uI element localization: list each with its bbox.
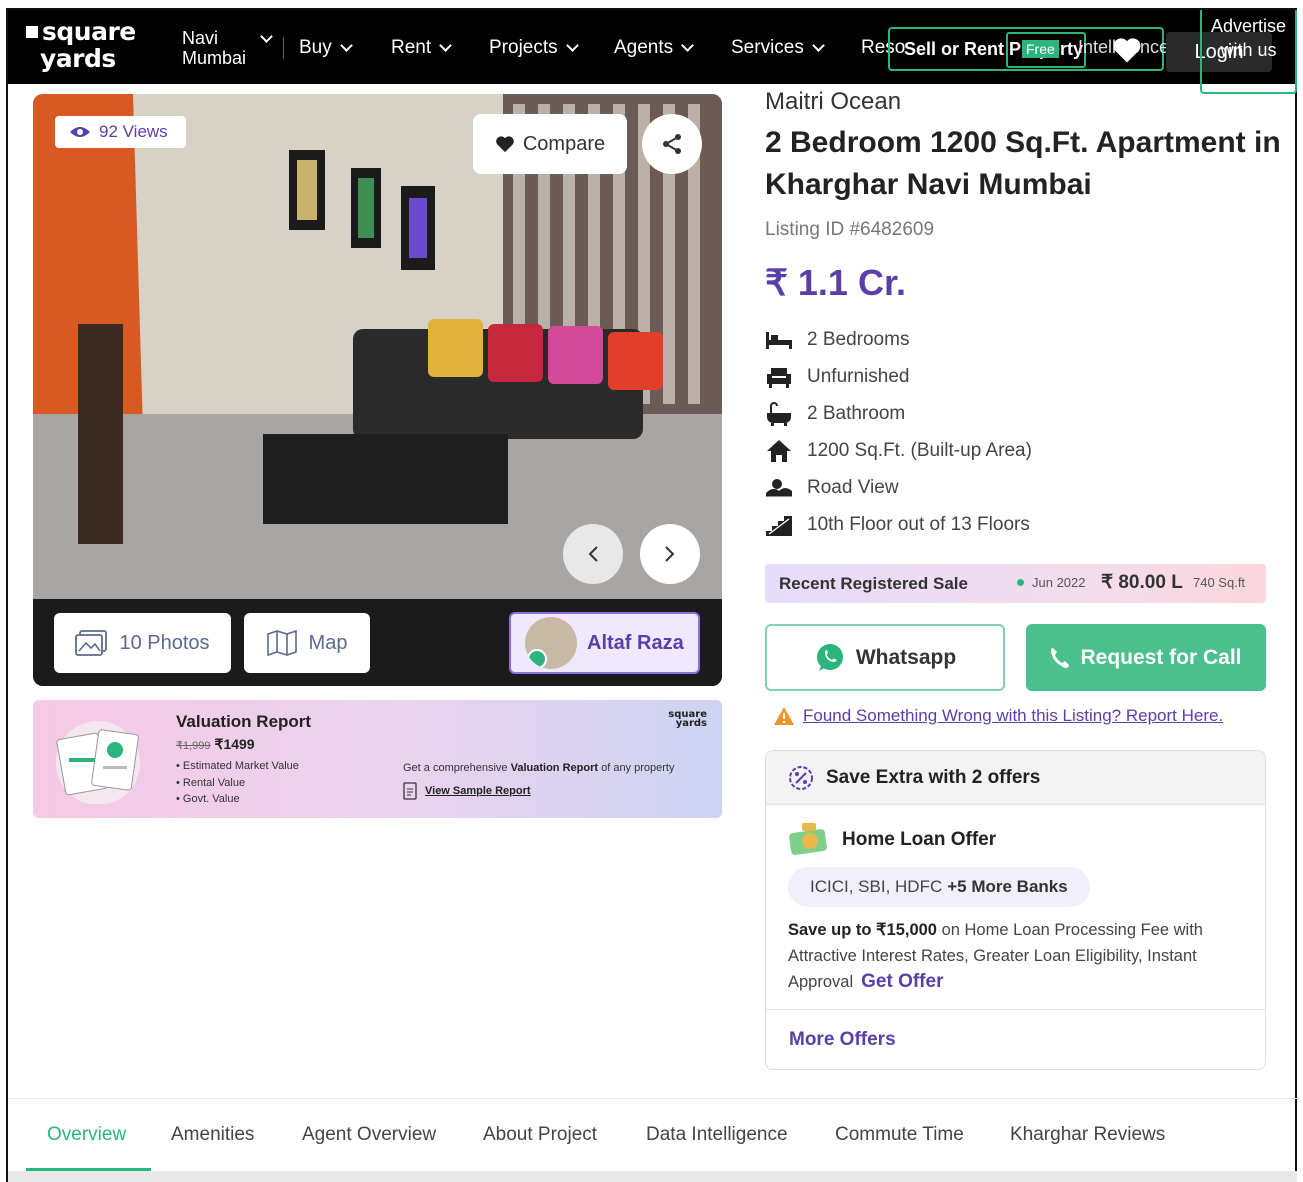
home-icon xyxy=(765,439,793,463)
report-documents-icon xyxy=(56,721,140,804)
nav-services[interactable]: Services xyxy=(731,37,825,59)
page-bottom-bar xyxy=(8,1171,1297,1182)
valuation-report-banner[interactable]: Valuation Report ₹1,999₹1499 Estimated M… xyxy=(33,700,722,818)
whatsapp-button[interactable]: Whatsapp xyxy=(765,624,1005,691)
free-badge: Free xyxy=(1006,32,1086,68)
nav-buy[interactable]: Buy xyxy=(299,37,353,59)
next-photo-button[interactable] xyxy=(640,524,700,584)
square-yards-logo: square yards xyxy=(668,709,707,729)
chevron-down-icon xyxy=(439,38,453,52)
listing-price: ₹ 1.1 Cr. xyxy=(765,262,906,303)
tab-agent-overview[interactable]: Agent Overview xyxy=(302,1124,436,1146)
offers-header: Save Extra with 2 offers xyxy=(766,751,1265,805)
chevron-left-icon xyxy=(588,546,598,562)
divider xyxy=(8,1098,1297,1099)
top-navbar: square yards Navi Mumbai Buy Rent Projec… xyxy=(8,10,1297,94)
map-button[interactable]: Map xyxy=(244,613,370,673)
armchair-icon xyxy=(765,365,793,389)
chevron-right-icon xyxy=(665,546,675,562)
feature-view: Road View xyxy=(765,476,899,500)
divider xyxy=(766,1009,1265,1010)
stairs-icon xyxy=(765,513,793,537)
partner-banks[interactable]: ICICI, SBI, HDFC +5 More Banks xyxy=(788,867,1090,907)
valuation-price: ₹1,999 ₹1499 xyxy=(176,736,255,752)
nav-rent[interactable]: Rent xyxy=(391,37,453,59)
listing-id: Listing ID #6482609 xyxy=(765,219,935,240)
feature-bedrooms: 2 Bedrooms xyxy=(765,328,909,352)
warning-icon xyxy=(774,707,794,725)
city-label: Navi Mumbai xyxy=(182,28,247,68)
whatsapp-icon xyxy=(816,643,843,671)
photo-gallery: 92 Views Compare 10 Photos Map Altaf Raz… xyxy=(33,94,722,686)
tab-data-intelligence[interactable]: Data Intelligence xyxy=(646,1124,788,1146)
money-bag-icon xyxy=(788,821,830,862)
agent-button[interactable]: Altaf Raza xyxy=(509,612,700,674)
recent-sale-price: ₹ 80.00 L xyxy=(1101,572,1183,593)
recent-sale-label: Recent Registered Sale xyxy=(779,573,968,593)
phone-icon xyxy=(1051,647,1070,668)
document-icon xyxy=(403,782,417,800)
valuation-description: Get a comprehensive Valuation Report of … xyxy=(403,762,675,774)
nav-projects[interactable]: Projects xyxy=(489,37,579,59)
project-name[interactable]: Maitri Ocean xyxy=(765,88,901,116)
avatar xyxy=(525,617,577,669)
page-title: 2 Bedroom 1200 Sq.Ft. Apartment in Kharg… xyxy=(765,126,1281,201)
heart-icon[interactable] xyxy=(1112,36,1142,69)
bathtub-icon xyxy=(765,402,793,426)
chevron-down-icon xyxy=(811,38,825,52)
square-yards-logo[interactable]: square yards xyxy=(26,19,136,71)
recent-registered-sale[interactable]: Recent Registered Sale Jun 2022 ₹ 80.00 … xyxy=(765,564,1266,603)
report-listing-link[interactable]: Found Something Wrong with this Listing?… xyxy=(773,706,1223,726)
feature-floor: 10th Floor out of 13 Floors xyxy=(765,513,1030,537)
home-loan-title: Home Loan Offer xyxy=(842,829,997,850)
tab-kharghar-reviews[interactable]: Kharghar Reviews xyxy=(1010,1124,1165,1146)
offers-card: Save Extra with 2 offers Home Loan Offer… xyxy=(765,750,1266,1070)
view-sample-report-link[interactable]: View Sample Report xyxy=(403,782,531,800)
eye-icon xyxy=(70,127,90,137)
share-icon xyxy=(663,134,681,154)
tab-amenities[interactable]: Amenities xyxy=(171,1124,254,1146)
nav-agents[interactable]: Agents xyxy=(614,37,695,59)
more-offers-link[interactable]: More Offers xyxy=(789,1029,896,1051)
chevron-down-icon xyxy=(260,30,273,43)
feature-furnishing: Unfurnished xyxy=(765,365,909,389)
compare-button[interactable]: Compare xyxy=(473,114,627,174)
chevron-down-icon xyxy=(565,38,579,52)
valuation-title: Valuation Report xyxy=(176,712,312,731)
recent-sale-date: Jun 2022 xyxy=(1017,575,1086,590)
views-badge: 92 Views xyxy=(55,116,186,148)
discount-badge-icon xyxy=(789,765,813,790)
photos-button[interactable]: 10 Photos xyxy=(54,613,231,673)
chevron-down-icon xyxy=(339,38,353,52)
heart-icon xyxy=(496,136,514,153)
advertise-button[interactable]: Advertise with us xyxy=(1200,10,1297,94)
whatsapp-icon xyxy=(527,649,547,669)
previous-photo-button[interactable] xyxy=(563,524,623,584)
recent-sale-area: 740 Sq.ft xyxy=(1193,575,1246,590)
bed-icon xyxy=(765,328,793,352)
tab-about-project[interactable]: About Project xyxy=(483,1124,597,1146)
tab-commute-time[interactable]: Commute Time xyxy=(835,1124,964,1146)
image-gallery-icon xyxy=(75,630,108,656)
city-selector[interactable]: Navi Mumbai xyxy=(182,28,273,68)
road-view-icon xyxy=(765,476,793,500)
feature-area: 1200 Sq.Ft. (Built-up Area) xyxy=(765,439,1032,463)
tab-overview[interactable]: Overview xyxy=(47,1124,126,1146)
nav-divider xyxy=(283,37,284,59)
get-offer-link[interactable]: Get Offer xyxy=(861,971,943,992)
share-button[interactable] xyxy=(642,114,702,174)
home-loan-description: Save up to ₹15,000 on Home Loan Processi… xyxy=(788,921,1203,992)
status-dot xyxy=(1017,579,1024,586)
map-icon xyxy=(266,630,297,656)
valuation-features: Estimated Market Value Rental Value Govt… xyxy=(176,758,299,808)
chevron-down-icon xyxy=(681,38,695,52)
feature-bathroom: 2 Bathroom xyxy=(765,402,905,426)
request-call-button[interactable]: Request for Call xyxy=(1026,624,1266,691)
